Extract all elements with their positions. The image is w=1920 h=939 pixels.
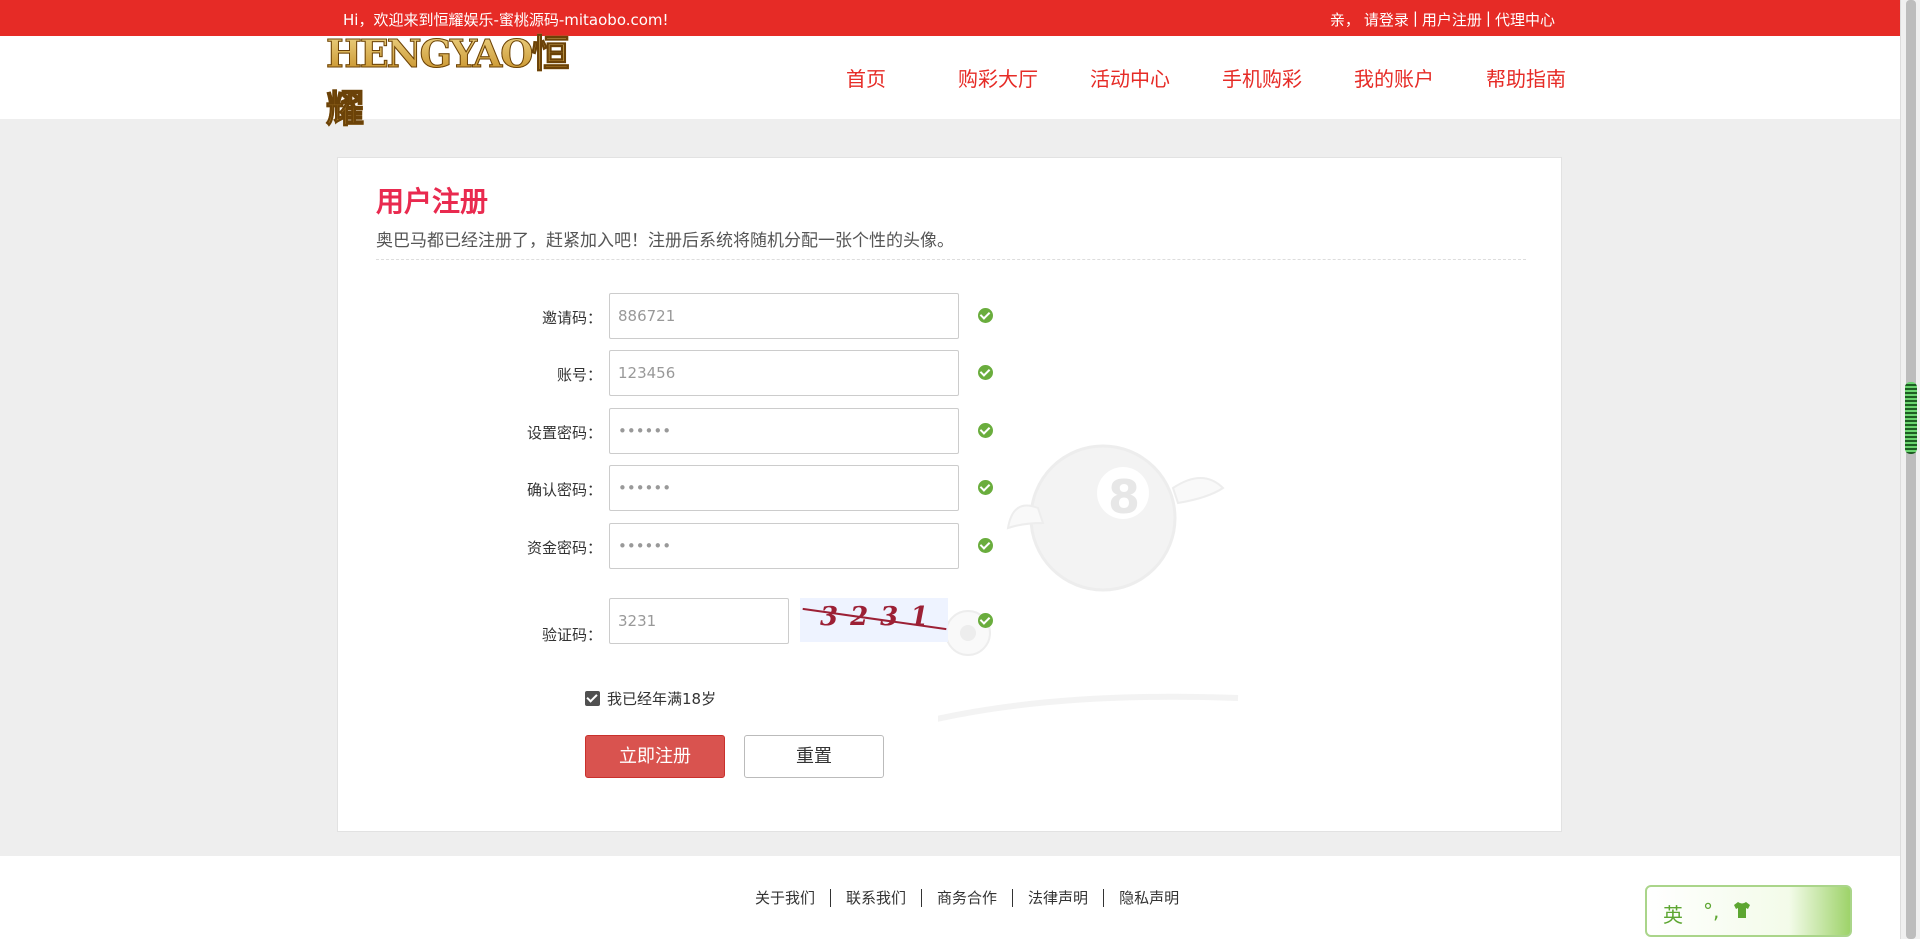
fund-password-label: 资金密码： (526, 539, 602, 557)
check-icon (978, 480, 993, 495)
invite-code-label: 邀请码： (541, 309, 602, 327)
footer-links: 关于我们 联系我们 商务合作 法律声明 隐私声明 (740, 887, 1194, 908)
nav-help-guide[interactable]: 帮助指南 (1460, 63, 1592, 92)
top-links: 亲， 请登录 | 用户注册 | 代理中心 (1330, 9, 1555, 30)
footer: 关于我们 联系我们 商务合作 法律声明 隐私声明 (0, 856, 1900, 939)
captcha-image-text: 3231 (820, 602, 941, 632)
footer-contact[interactable]: 联系我们 (831, 887, 921, 908)
agent-center-link[interactable]: 代理中心 (1495, 9, 1555, 30)
footer-legal[interactable]: 法律声明 (1013, 887, 1103, 908)
logo[interactable]: HENGYAO恒耀 (326, 31, 586, 132)
account-input[interactable] (609, 350, 959, 396)
check-icon (978, 423, 993, 438)
invite-code-row: 邀请码： (338, 293, 1038, 339)
account-label: 账号： (556, 366, 602, 384)
age-confirm-label: 我已经年满18岁 (607, 690, 717, 708)
page-scrollbar[interactable] (1900, 0, 1920, 939)
top-separator: | (1412, 9, 1418, 27)
nav-lottery-hall[interactable]: 购彩大厅 (932, 63, 1064, 92)
fund-password-input[interactable] (609, 523, 959, 569)
main-nav: 首页 购彩大厅 活动中心 手机购彩 我的账户 帮助指南 (800, 36, 1592, 119)
ime-mode[interactable]: 英 (1663, 899, 1683, 928)
scrollbar-thumb[interactable] (1905, 382, 1917, 454)
confirm-password-input[interactable] (609, 465, 959, 511)
fund-password-row: 资金密码： (338, 523, 1038, 569)
login-link[interactable]: 请登录 (1364, 9, 1409, 30)
captcha-image[interactable]: 3231 (800, 598, 948, 642)
nav-mobile-lottery[interactable]: 手机购彩 (1196, 63, 1328, 92)
top-separator: | (1485, 9, 1491, 27)
age-confirm[interactable]: 我已经年满18岁 (585, 688, 716, 709)
divider (376, 259, 1526, 260)
invite-code-input[interactable] (609, 293, 959, 339)
confirm-password-row: 确认密码： (338, 465, 1038, 511)
check-icon (978, 613, 993, 628)
captcha-label: 验证码： (541, 626, 602, 644)
top-bar: Hi，欢迎来到恒耀娱乐-蜜桃源码-mitaobo.com! 亲， 请登录 | 用… (0, 0, 1900, 36)
check-icon (978, 308, 993, 323)
page-title: 用户注册 (376, 185, 489, 218)
age-checkbox[interactable] (585, 691, 600, 706)
check-icon (978, 365, 993, 380)
ime-toolbar[interactable]: 英 °, (1645, 885, 1852, 937)
shirt-icon[interactable] (1732, 901, 1752, 919)
register-link[interactable]: 用户注册 (1422, 9, 1482, 30)
logo-text: HENGYAO恒耀 (326, 23, 586, 133)
header: HENGYAO恒耀 首页 购彩大厅 活动中心 手机购彩 我的账户 帮助指南 (0, 31, 1900, 132)
nav-activity-center[interactable]: 活动中心 (1064, 63, 1196, 92)
top-prefix: 亲， (1329, 11, 1360, 29)
confirm-password-label: 确认密码： (526, 481, 602, 499)
ime-punctuation[interactable]: °, (1703, 899, 1719, 923)
reset-button[interactable]: 重置 (744, 735, 884, 778)
password-input[interactable] (609, 408, 959, 454)
scrollbar-track[interactable] (1906, 0, 1916, 939)
account-row: 账号： (338, 350, 1038, 396)
nav-home[interactable]: 首页 (800, 63, 932, 92)
captcha-row: 验证码： 3231 (338, 598, 1038, 656)
page-subtitle: 奥巴马都已经注册了，赶紧加入吧！注册后系统将随机分配一张个性的头像。 (376, 231, 954, 251)
password-row: 设置密码： (338, 408, 1038, 454)
password-label: 设置密码： (526, 424, 602, 442)
register-card: 用户注册 奥巴马都已经注册了，赶紧加入吧！注册后系统将随机分配一张个性的头像。 … (337, 157, 1562, 832)
register-button[interactable]: 立即注册 (585, 735, 725, 778)
check-icon (978, 538, 993, 553)
nav-my-account[interactable]: 我的账户 (1328, 63, 1460, 92)
footer-business[interactable]: 商务合作 (922, 887, 1012, 908)
footer-privacy[interactable]: 隐私声明 (1104, 887, 1194, 908)
footer-about[interactable]: 关于我们 (740, 887, 830, 908)
svg-text:8: 8 (1108, 470, 1140, 524)
captcha-input[interactable] (609, 598, 789, 644)
